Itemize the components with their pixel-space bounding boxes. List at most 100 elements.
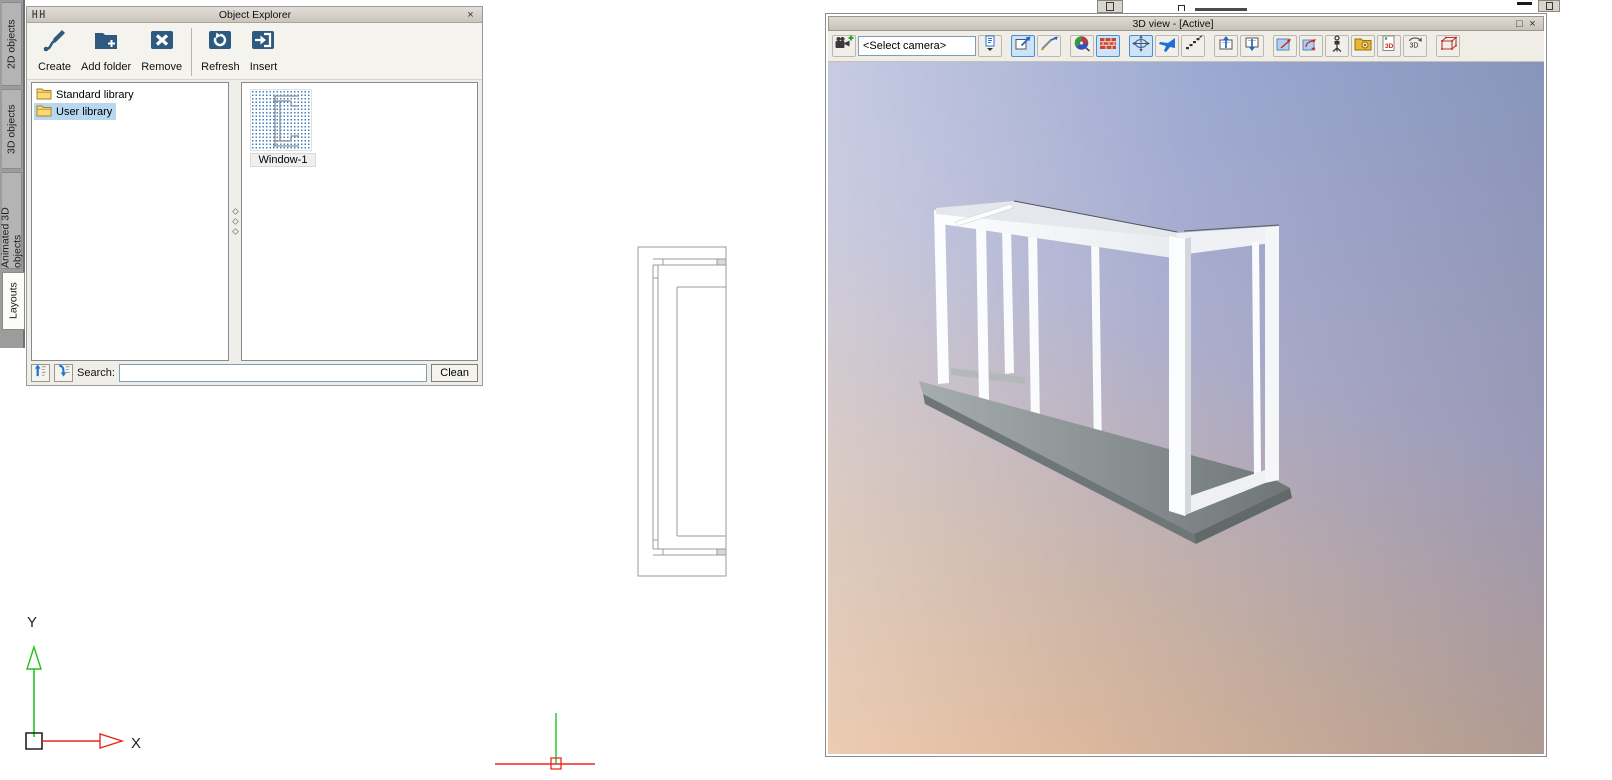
- mullion-3: [1028, 229, 1040, 426]
- refresh-label: Refresh: [201, 61, 240, 73]
- fly-mode-button[interactable]: [1155, 35, 1179, 57]
- export-3d-button[interactable]: 3D: [1377, 35, 1401, 57]
- zoom-selected-button[interactable]: [1240, 35, 1264, 57]
- background-window-fragment: [1097, 0, 1123, 13]
- view3d-window: 3D view - [Active] □ × <Select camera> 3…: [825, 13, 1547, 757]
- ucs-axis-icon: Y X: [18, 614, 141, 752]
- x-axis-label: X: [131, 735, 141, 752]
- fly-mode-icon: [1157, 35, 1177, 57]
- close-button[interactable]: ×: [464, 9, 477, 21]
- object-explorer-panel: Object Explorer × Create Add folder Remo…: [26, 6, 483, 386]
- frame-left-post: [934, 210, 949, 384]
- add-camera-icon: [834, 35, 854, 57]
- background-window-fragment: [1538, 0, 1560, 12]
- dock-icon[interactable]: [32, 6, 46, 24]
- export-3d-glyph: 3D: [1385, 43, 1394, 50]
- add-camera-button[interactable]: [832, 35, 856, 57]
- maximize-button[interactable]: □: [1513, 18, 1526, 30]
- rotate-view-icon: [1301, 35, 1321, 57]
- corner-post: [1169, 236, 1185, 516]
- library-items-pane: Window-1: [241, 82, 478, 361]
- y-axis-label: Y: [27, 614, 37, 631]
- toolbar-separator: [191, 28, 193, 76]
- rotate-3d-glyph: 3D: [1410, 43, 1419, 50]
- camera-select[interactable]: <Select camera>: [858, 36, 976, 56]
- view3d-titlebar: 3D view - [Active] □ ×: [828, 16, 1544, 31]
- add-folder-label: Add folder: [81, 61, 132, 73]
- sort-ascending-button[interactable]: [31, 364, 50, 382]
- orbit-button[interactable]: [1129, 35, 1153, 57]
- tree-down-icon: [56, 363, 71, 383]
- pane-splitter[interactable]: [229, 82, 241, 361]
- materials-button[interactable]: [1096, 35, 1120, 57]
- walk-mode-icon: [1183, 35, 1203, 57]
- zoom-window-button[interactable]: [1011, 35, 1035, 57]
- tab-animated-3d-objects[interactable]: Animated 3D objects: [0, 172, 24, 269]
- search-label: Search:: [77, 367, 115, 379]
- view3d-title: 3D view - [Active]: [1132, 17, 1214, 30]
- rotate-3d-icon: 3D: [1405, 35, 1425, 57]
- left-tab-strip: 2D objects 3D objects Animated 3D object…: [0, 0, 25, 348]
- snapshot-icon: [1353, 35, 1373, 57]
- camera-position-icon: [1327, 35, 1347, 57]
- origin-marker: [490, 705, 600, 775]
- zoom-extents-button[interactable]: [1214, 35, 1238, 57]
- profile-drawing-2d: [637, 246, 728, 578]
- zoom-window-icon: [1013, 35, 1033, 57]
- camera-dropdown-button[interactable]: [978, 35, 1002, 57]
- tab-2d-objects[interactable]: 2D objects: [2, 2, 22, 86]
- camera-position-button[interactable]: [1325, 35, 1349, 57]
- move-view-button[interactable]: [1273, 35, 1297, 57]
- return-far-post: [1265, 226, 1279, 483]
- snapshot-button[interactable]: [1351, 35, 1375, 57]
- remove-icon: [149, 27, 175, 58]
- object-explorer-titlebar: Object Explorer ×: [27, 7, 482, 23]
- create-icon: [42, 27, 68, 58]
- walk-mode-button[interactable]: [1181, 35, 1205, 57]
- search-input[interactable]: [118, 364, 428, 382]
- viewport-3d[interactable]: [828, 62, 1544, 754]
- add-folder-icon: [93, 27, 119, 58]
- camera-select-value: <Select camera>: [863, 40, 947, 52]
- rotate-3d-button[interactable]: 3D: [1403, 35, 1427, 57]
- tree-up-icon: [33, 363, 48, 383]
- mullion-4: [1091, 235, 1102, 455]
- tree-item-label: User library: [56, 105, 113, 118]
- background-window-fragment: [1517, 2, 1532, 5]
- folder-icon: [36, 87, 52, 103]
- tree-item-standard-library[interactable]: Standard library: [34, 86, 138, 103]
- color-settings-button[interactable]: [1070, 35, 1094, 57]
- refresh-icon: [207, 27, 233, 58]
- add-folder-button[interactable]: Add folder: [76, 26, 136, 74]
- insert-label: Insert: [249, 61, 278, 73]
- corner-post-shade: [1185, 237, 1191, 516]
- rotate-view-button[interactable]: [1299, 35, 1323, 57]
- tab-3d-objects[interactable]: 3D objects: [2, 89, 22, 169]
- create-button[interactable]: Create: [33, 26, 76, 74]
- insert-icon: [250, 27, 276, 58]
- zoom-distance-button[interactable]: [1037, 35, 1061, 57]
- library-item-window-1[interactable]: Window-1: [250, 89, 316, 167]
- window-thumbnail[interactable]: [250, 89, 312, 151]
- tab-layouts[interactable]: Layouts: [2, 272, 25, 330]
- refresh-button[interactable]: Refresh: [196, 26, 245, 74]
- zoom-distance-icon: [1039, 35, 1059, 57]
- sort-descending-button[interactable]: [54, 364, 73, 382]
- frame-model-3d: [919, 200, 1292, 544]
- tree-item-user-library[interactable]: User library: [34, 103, 117, 120]
- panel-title: Object Explorer: [218, 8, 292, 21]
- clean-button[interactable]: Clean: [431, 364, 478, 382]
- close-button[interactable]: ×: [1526, 18, 1539, 30]
- remove-label: Remove: [141, 61, 183, 73]
- folder-icon: [36, 104, 52, 120]
- thumbnail-label: Window-1: [250, 153, 316, 167]
- wireframe-grid-button[interactable]: [1436, 35, 1460, 57]
- view3d-toolbar: <Select camera> 3D 3D: [828, 31, 1544, 62]
- tree-item-label: Standard library: [56, 88, 134, 101]
- object-explorer-body: Standard library User library Window-1: [27, 80, 482, 363]
- sill-top: [919, 381, 1290, 534]
- zoom-extents-icon: [1216, 35, 1236, 57]
- return-inner-strip: [1252, 241, 1261, 474]
- remove-button[interactable]: Remove: [136, 26, 187, 74]
- insert-button[interactable]: Insert: [245, 26, 283, 74]
